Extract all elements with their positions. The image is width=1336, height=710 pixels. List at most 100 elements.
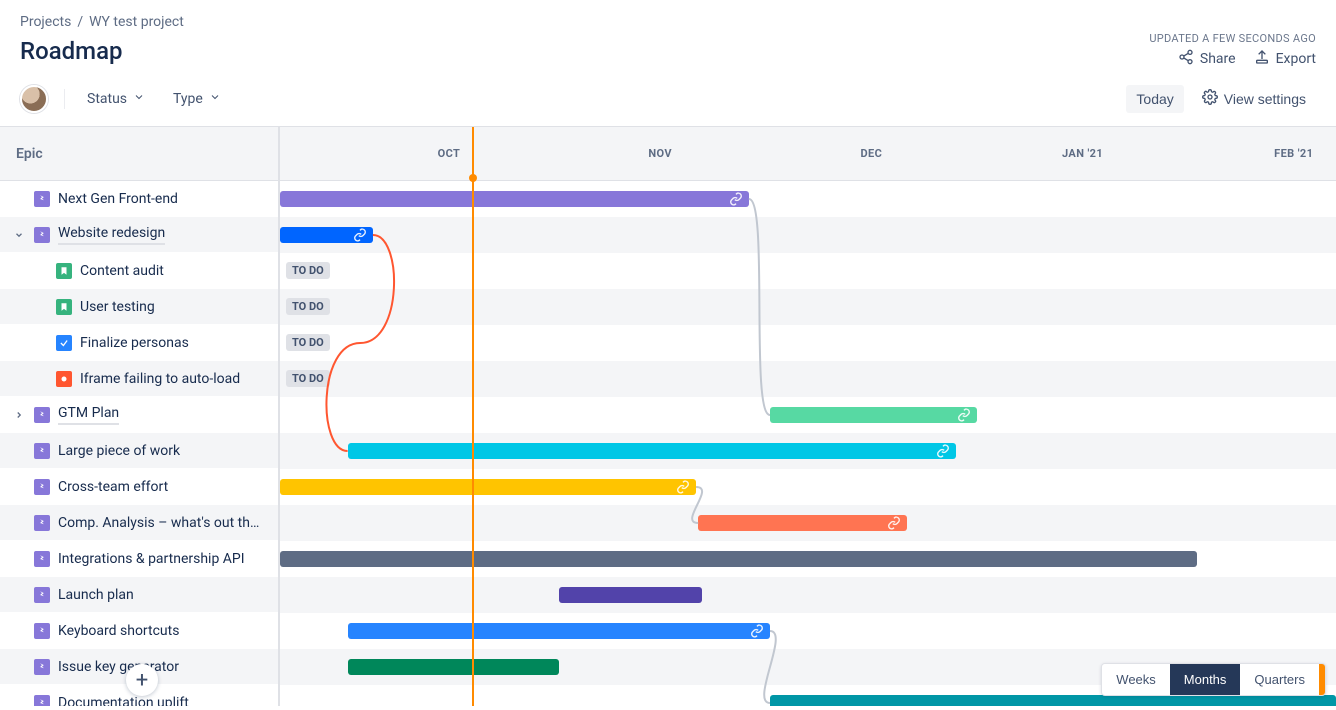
view-settings-button[interactable]: View settings bbox=[1192, 83, 1316, 114]
zoom-months[interactable]: Months bbox=[1170, 664, 1241, 695]
add-epic-button[interactable]: + bbox=[126, 664, 158, 696]
epic-bar-doc[interactable] bbox=[770, 695, 1336, 706]
export-button[interactable]: Export bbox=[1254, 49, 1316, 69]
timeline-lane[interactable]: TO DO bbox=[280, 361, 1336, 397]
chevron-down-icon[interactable] bbox=[12, 230, 26, 240]
sidebar-header: Epic bbox=[0, 127, 278, 181]
link-icon[interactable] bbox=[936, 444, 950, 462]
roadmap: Epic Next Gen Front-end Website redesign C… bbox=[0, 126, 1336, 706]
epic-row-cross[interactable]: Cross-team effort bbox=[0, 469, 278, 505]
epic-icon bbox=[34, 227, 50, 243]
link-icon[interactable] bbox=[750, 624, 764, 642]
zoom-quarters[interactable]: Quarters bbox=[1240, 664, 1319, 695]
epic-bar-comp[interactable] bbox=[698, 515, 907, 531]
story-icon bbox=[56, 299, 72, 315]
timeline-body[interactable]: TO DO TO DO TO DO TO DO bbox=[280, 181, 1336, 706]
timeline-header: OCTNOVDECJAN '21FEB '21 bbox=[280, 127, 1336, 181]
chevron-down-icon bbox=[133, 91, 145, 107]
epic-icon bbox=[34, 515, 50, 531]
epic-sidebar: Epic Next Gen Front-end Website redesign C… bbox=[0, 127, 280, 706]
epic-row-integrations[interactable]: Integrations & partnership API bbox=[0, 541, 278, 577]
export-icon bbox=[1254, 49, 1270, 69]
epic-bar-cross[interactable] bbox=[280, 479, 696, 495]
month-label: NOV bbox=[618, 127, 702, 180]
timeline-lane[interactable]: TO DO bbox=[280, 325, 1336, 361]
epic-bar-integrations[interactable] bbox=[280, 551, 1197, 567]
share-icon bbox=[1178, 49, 1194, 69]
type-filter[interactable]: Type bbox=[167, 87, 227, 111]
epic-bar-web-redesign[interactable] bbox=[280, 227, 373, 243]
epic-row-keyboard[interactable]: Keyboard shortcuts bbox=[0, 613, 278, 649]
epic-icon bbox=[34, 551, 50, 567]
link-icon[interactable] bbox=[887, 516, 901, 534]
gear-icon bbox=[1202, 89, 1218, 108]
share-label: Share bbox=[1200, 51, 1236, 67]
timeline-lane[interactable]: TO DO bbox=[280, 289, 1336, 325]
month-label: JAN '21 bbox=[1040, 127, 1124, 180]
type-filter-label: Type bbox=[173, 91, 203, 107]
zoom-segmented-control: Weeks Months Quarters bbox=[1101, 663, 1326, 696]
epic-label: User testing bbox=[80, 299, 155, 315]
epic-row-launch[interactable]: Launch plan bbox=[0, 577, 278, 613]
todo-badge: TO DO bbox=[286, 298, 330, 315]
epic-bar-next-gen[interactable] bbox=[280, 191, 749, 207]
epic-bar-keyboard[interactable] bbox=[348, 623, 770, 639]
epic-row-finalize[interactable]: Finalize personas bbox=[0, 325, 278, 361]
page-title: Roadmap bbox=[20, 37, 123, 65]
timeline-lane[interactable] bbox=[280, 181, 1336, 217]
epic-bar-launch[interactable] bbox=[559, 587, 703, 603]
epic-bar-large[interactable] bbox=[348, 443, 956, 459]
epic-label: Issue key generator bbox=[58, 659, 179, 675]
todo-badge: TO DO bbox=[286, 370, 330, 387]
epic-row-user-testing[interactable]: User testing bbox=[0, 289, 278, 325]
export-label: Export bbox=[1276, 51, 1316, 67]
timeline-lane[interactable] bbox=[280, 541, 1336, 577]
epic-row-next-gen[interactable]: Next Gen Front-end bbox=[0, 181, 278, 217]
zoom-edge-indicator bbox=[1319, 664, 1325, 695]
epic-row-large[interactable]: Large piece of work bbox=[0, 433, 278, 469]
month-label: DEC bbox=[829, 127, 913, 180]
epic-label: Iframe failing to auto-load bbox=[80, 371, 240, 387]
chevron-right-icon[interactable] bbox=[12, 410, 26, 420]
task-icon bbox=[56, 335, 72, 351]
link-icon[interactable] bbox=[353, 228, 367, 246]
breadcrumb-projects[interactable]: Projects bbox=[20, 14, 71, 30]
zoom-weeks[interactable]: Weeks bbox=[1102, 664, 1170, 695]
today-button[interactable]: Today bbox=[1126, 85, 1183, 113]
status-filter[interactable]: Status bbox=[81, 87, 151, 111]
updated-label: UPDATED A FEW SECONDS AGO bbox=[1149, 32, 1316, 45]
epic-label: Finalize personas bbox=[80, 335, 189, 351]
breadcrumb-project[interactable]: WY test project bbox=[89, 14, 184, 30]
timeline-lane[interactable]: TO DO bbox=[280, 253, 1336, 289]
epic-icon bbox=[34, 191, 50, 207]
link-icon[interactable] bbox=[676, 480, 690, 498]
epic-row-content-audit[interactable]: Content audit bbox=[0, 253, 278, 289]
timeline-lane[interactable] bbox=[280, 469, 1336, 505]
breadcrumb-separator: / bbox=[77, 14, 83, 30]
story-icon bbox=[56, 263, 72, 279]
epic-label: Website redesign bbox=[58, 225, 165, 245]
timeline-lane[interactable] bbox=[280, 577, 1336, 613]
timeline[interactable]: OCTNOVDECJAN '21FEB '21 TO DOTO DOTO DOT… bbox=[280, 127, 1336, 706]
month-label: OCT bbox=[407, 127, 491, 180]
timeline-lane[interactable] bbox=[280, 217, 1336, 253]
timeline-lane[interactable] bbox=[280, 613, 1336, 649]
epic-label: Large piece of work bbox=[58, 443, 180, 459]
epic-row-web-redesign[interactable]: Website redesign bbox=[0, 217, 278, 253]
epic-row-comp[interactable]: Comp. Analysis – what's out there? bbox=[0, 505, 278, 541]
timeline-lane[interactable] bbox=[280, 433, 1336, 469]
share-button[interactable]: Share bbox=[1178, 49, 1236, 69]
bug-icon bbox=[56, 371, 72, 387]
avatar[interactable] bbox=[20, 85, 48, 113]
link-icon[interactable] bbox=[729, 192, 743, 210]
timeline-lane[interactable] bbox=[280, 397, 1336, 433]
epic-label: Content audit bbox=[80, 263, 164, 279]
link-icon[interactable] bbox=[957, 408, 971, 426]
epic-bar-issuekey[interactable] bbox=[348, 659, 559, 675]
epic-row-iframe[interactable]: Iframe failing to auto-load bbox=[0, 361, 278, 397]
todo-badge: TO DO bbox=[286, 262, 330, 279]
epic-icon bbox=[34, 659, 50, 675]
epic-bar-gtm[interactable] bbox=[770, 407, 977, 423]
epic-row-gtm[interactable]: GTM Plan bbox=[0, 397, 278, 433]
timeline-lane[interactable] bbox=[280, 505, 1336, 541]
